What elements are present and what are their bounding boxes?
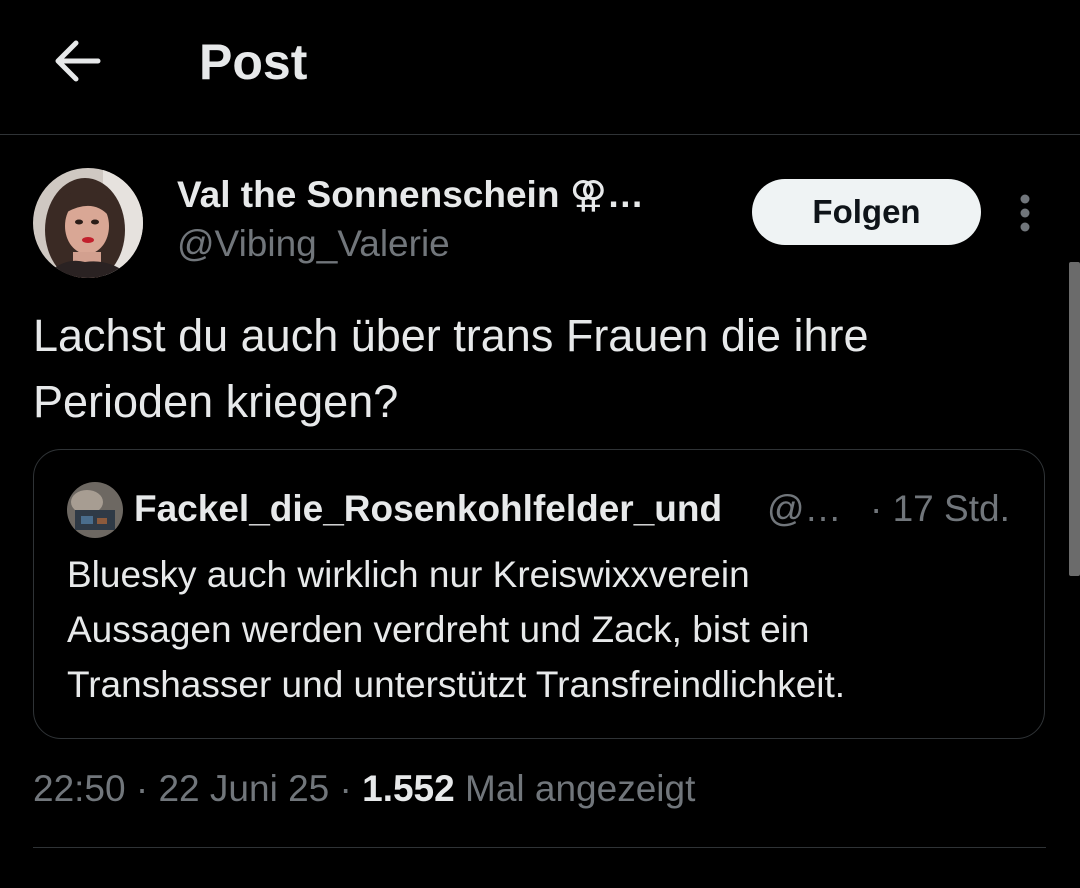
- divider: [33, 847, 1046, 848]
- follow-button[interactable]: Folgen: [752, 179, 981, 245]
- view-count-label: Mal angezeigt: [454, 768, 696, 809]
- author-display-name[interactable]: Val the Sonnenschein ⚢…: [177, 172, 644, 218]
- quoted-author-name: Fackel_die_Rosenkohlfelder_und: [134, 488, 723, 529]
- quoted-text-line: Aussagen werden verdreht und Zack, bist …: [67, 609, 810, 650]
- post-time[interactable]: 22:50: [33, 768, 126, 809]
- more-vertical-icon: [1020, 194, 1030, 232]
- quoted-post-card[interactable]: Fackel_die_Rosenkohlfelder_und @… · 17 S…: [33, 449, 1045, 739]
- post-text-line: Perioden kriegen?: [33, 376, 399, 427]
- quoted-author-avatar: [67, 482, 123, 538]
- scrollbar[interactable]: [1069, 262, 1080, 576]
- author-avatar[interactable]: [33, 168, 143, 278]
- arrow-left-icon: [55, 40, 101, 82]
- meta-separator: ·: [125, 768, 159, 809]
- quoted-text-line: Transhasser und unterstützt Transfreindl…: [67, 664, 846, 705]
- post-text-line: Lachst du auch über trans Frauen die ihr…: [33, 310, 869, 361]
- top-app-bar: Post: [0, 0, 1080, 135]
- post-meta: 22:50 · 22 Juni 25 · 1.552 Mal angezeigt: [33, 766, 695, 812]
- quoted-author-handle: @…: [767, 488, 842, 529]
- page-title: Post: [199, 34, 308, 90]
- avatar-photo: [33, 168, 143, 278]
- view-count: 1.552: [362, 768, 455, 809]
- quoted-text-line: Bluesky auch wirklich nur Kreiswixxverei…: [67, 554, 750, 595]
- back-button[interactable]: [46, 30, 108, 92]
- avatar-photo: [67, 482, 123, 538]
- post-date[interactable]: 22 Juni 25: [158, 768, 329, 809]
- post-screen: Post Val the Sonnenschein ⚢… @Vibing_Val…: [0, 0, 1080, 888]
- post-text: Lachst du auch über trans Frauen die ihr…: [33, 303, 1043, 435]
- more-options-button[interactable]: [1004, 190, 1046, 236]
- quoted-post-text: Bluesky auch wirklich nur Kreiswixxverei…: [67, 547, 1027, 712]
- meta-separator: ·: [329, 768, 363, 809]
- author-handle[interactable]: @Vibing_Valerie: [177, 221, 450, 267]
- quoted-post-time: · 17 Std.: [870, 488, 1010, 529]
